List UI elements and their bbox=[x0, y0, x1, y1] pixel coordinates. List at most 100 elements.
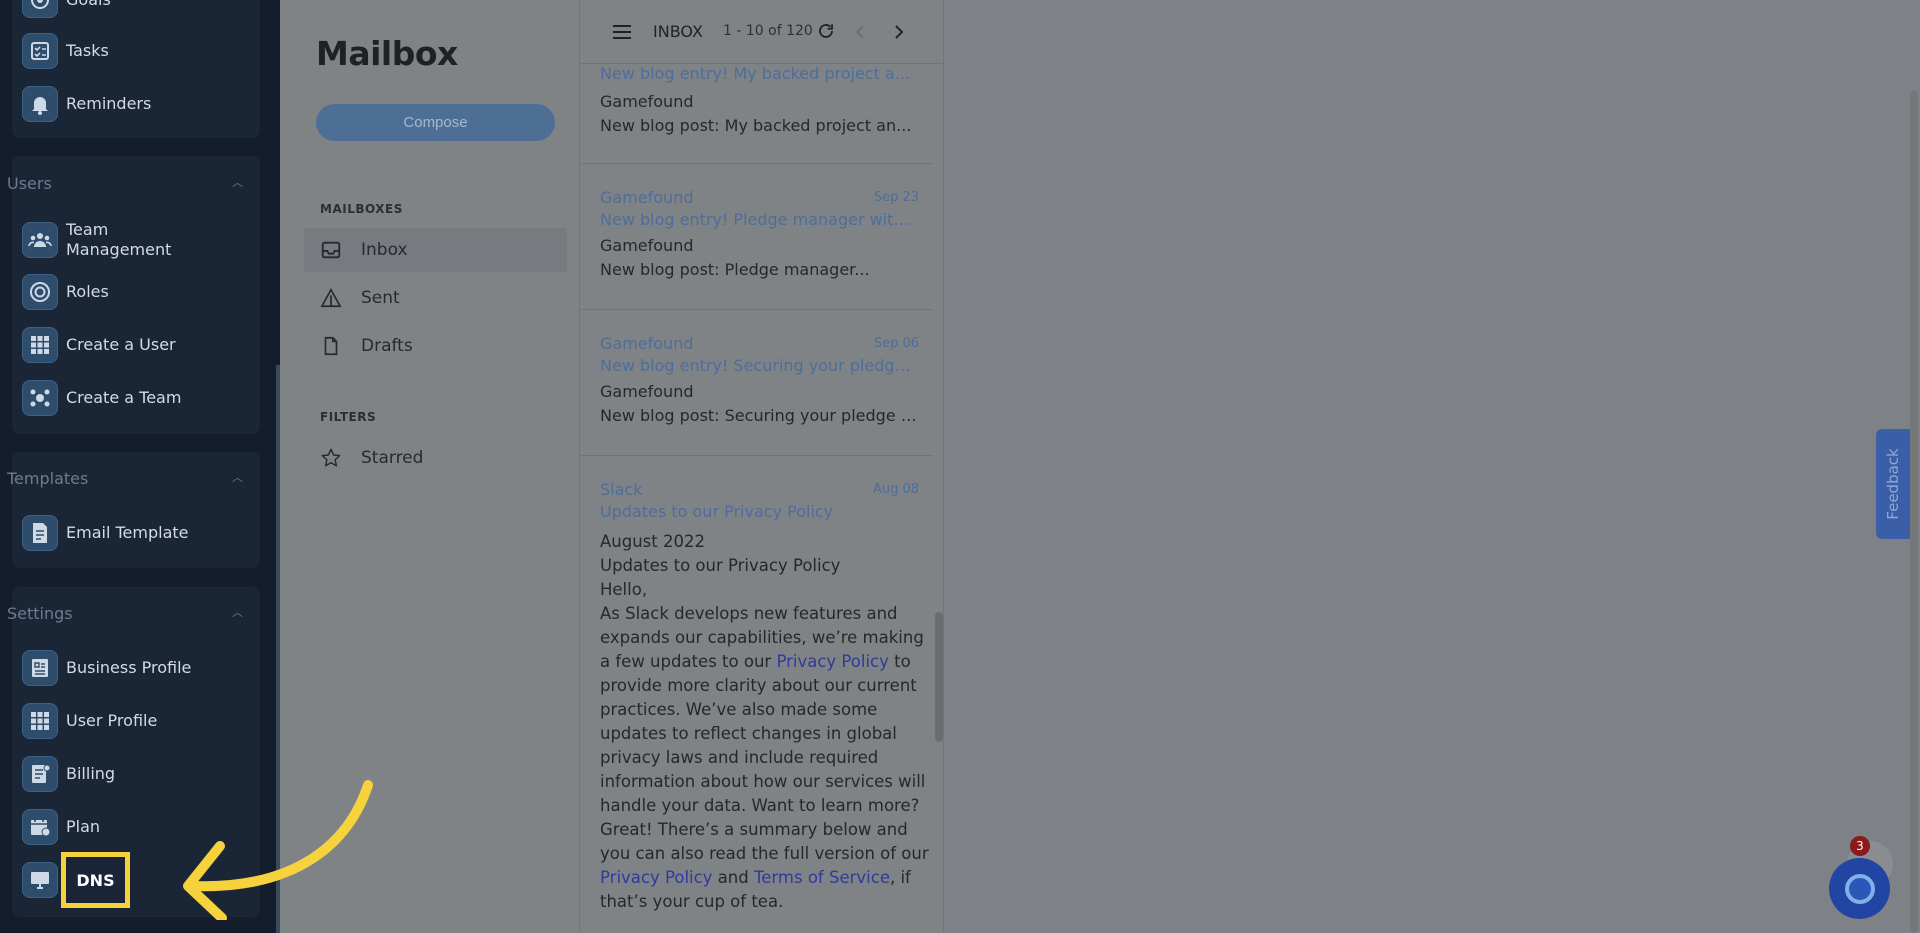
message-subject: New blog entry! Securing your pledge... bbox=[600, 356, 918, 375]
refresh-icon[interactable] bbox=[817, 22, 835, 40]
message-from: Gamefound bbox=[600, 334, 694, 353]
business-profile-icon bbox=[22, 650, 58, 686]
feedback-label: Feedback bbox=[1884, 448, 1902, 520]
message-snippet: New blog post: Securing your pledge i... bbox=[600, 406, 918, 425]
mailboxes-heading: MAILBOXES bbox=[320, 202, 403, 216]
goals-icon bbox=[22, 0, 58, 18]
sidebar-item-label: Goals bbox=[66, 0, 206, 10]
list-scrollbar[interactable] bbox=[935, 612, 943, 742]
sidebar-item-label: Roles bbox=[66, 282, 109, 301]
message-row[interactable]: Gamefound Sep 06 New blog entry! Securin… bbox=[580, 310, 933, 456]
sidebar-item-team-management[interactable]: Team Management bbox=[22, 220, 206, 260]
nav-item-drafts[interactable]: Drafts bbox=[304, 324, 567, 368]
dns-icon bbox=[22, 862, 58, 898]
pointer-arrow-icon bbox=[183, 780, 373, 920]
body-line: Updates to our Privacy Policy bbox=[600, 556, 841, 575]
inbox-icon bbox=[321, 241, 341, 259]
document-icon bbox=[22, 515, 58, 551]
message-from: Gamefound bbox=[600, 188, 694, 207]
filter-item-starred[interactable]: Starred bbox=[304, 436, 567, 480]
sidebar-heading-settings[interactable]: Settings ︿ bbox=[7, 604, 247, 623]
billing-icon bbox=[22, 756, 58, 792]
list-toolbar: INBOX 1 - 10 of 120 bbox=[580, 0, 945, 64]
dns-highlight-box[interactable]: DNS bbox=[61, 852, 130, 908]
sidebar-item-label: Create a Team bbox=[66, 388, 182, 407]
body-line: August 2022 bbox=[600, 532, 705, 551]
sidebar-heading-label: Templates bbox=[7, 469, 89, 488]
sidebar-item-tasks[interactable]: Tasks bbox=[22, 33, 206, 69]
page-title: Mailbox bbox=[316, 34, 458, 73]
message-row[interactable]: Gamefound Sep 23 New blog entry! Pledge … bbox=[580, 164, 933, 310]
sidebar-item-label: Reminders bbox=[66, 94, 152, 113]
message-count: 1 - 10 of 120 bbox=[723, 23, 813, 39]
sidebar-heading-templates[interactable]: Templates ︿ bbox=[7, 469, 247, 488]
sidebar-item-label: Email Template bbox=[66, 523, 189, 542]
body-line: Hello, bbox=[600, 580, 648, 599]
nav-item-label: Inbox bbox=[361, 240, 408, 260]
nav-item-label: Drafts bbox=[361, 336, 413, 356]
page-scrollbar[interactable] bbox=[1910, 90, 1918, 933]
message-snippet: New blog post: Pledge manager... bbox=[600, 260, 870, 279]
sidebar-item-user-profile[interactable]: User Profile bbox=[22, 703, 206, 739]
privacy-policy-link[interactable]: Privacy Policy bbox=[776, 652, 888, 671]
message-body: August 2022 Updates to our Privacy Polic… bbox=[600, 530, 930, 914]
message-date: Aug 08 bbox=[872, 482, 919, 497]
folder-label: INBOX bbox=[653, 22, 703, 41]
grid-icon bbox=[22, 703, 58, 739]
sidebar-item-goals[interactable]: Goals bbox=[22, 0, 206, 18]
highlight-label: DNS bbox=[76, 870, 115, 890]
sidebar-item-label: Team Management bbox=[66, 220, 172, 259]
sidebar-heading-users[interactable]: Users ︿ bbox=[7, 174, 247, 193]
chevron-up-icon: ︿ bbox=[232, 176, 243, 189]
terms-of-service-link[interactable]: Terms of Service bbox=[754, 868, 890, 887]
message-list-panel: INBOX 1 - 10 of 120 New blog entry! My b… bbox=[579, 0, 945, 933]
message-sender: Gamefound bbox=[600, 236, 694, 255]
hamburger-menu-icon[interactable] bbox=[612, 24, 632, 40]
nav-item-label: Sent bbox=[361, 288, 400, 308]
plan-icon bbox=[22, 809, 58, 845]
chevron-right-icon[interactable] bbox=[893, 24, 905, 40]
message-from: Slack bbox=[600, 480, 643, 499]
chevron-up-icon: ︿ bbox=[232, 606, 243, 619]
message-subject: New blog entry! My backed project a... bbox=[600, 64, 910, 83]
message-date: Sep 06 bbox=[873, 336, 919, 351]
team-icon bbox=[22, 222, 58, 258]
notification-badge: 3 bbox=[1850, 836, 1870, 856]
sidebar-item-business-profile[interactable]: Business Profile bbox=[22, 650, 206, 686]
roles-icon bbox=[22, 274, 58, 310]
message-row[interactable]: New blog entry! My backed project a... G… bbox=[580, 64, 933, 164]
message-sender: Gamefound bbox=[600, 382, 694, 401]
nav-item-sent[interactable]: Sent bbox=[304, 276, 567, 320]
body-text: to provide more clarity about our curren… bbox=[600, 652, 929, 863]
message-subject: Updates to our Privacy Policy bbox=[600, 502, 834, 521]
sent-icon bbox=[320, 288, 342, 308]
bell-icon bbox=[22, 86, 58, 122]
draft-document-icon bbox=[324, 336, 338, 356]
sidebar-item-label: Tasks bbox=[66, 41, 109, 60]
sidebar-item-label: User Profile bbox=[66, 711, 158, 730]
chat-launcher-button[interactable] bbox=[1829, 858, 1890, 919]
filters-heading: FILTERS bbox=[320, 410, 377, 424]
chevron-up-icon: ︿ bbox=[232, 471, 243, 484]
message-date: Sep 23 bbox=[873, 190, 919, 205]
star-icon bbox=[321, 448, 341, 467]
nav-item-label: Starred bbox=[361, 448, 424, 468]
sidebar-item-create-team[interactable]: Create a Team bbox=[22, 380, 206, 416]
sidebar-item-roles[interactable]: Roles bbox=[22, 274, 206, 310]
privacy-policy-link[interactable]: Privacy Policy bbox=[600, 868, 712, 887]
reading-pane bbox=[944, 0, 1920, 933]
sidebar-item-create-user[interactable]: Create a User bbox=[22, 327, 206, 363]
chevron-left-icon[interactable] bbox=[854, 24, 866, 40]
sidebar-item-email-template[interactable]: Email Template bbox=[22, 515, 206, 551]
feedback-tab[interactable]: Feedback bbox=[1876, 429, 1910, 539]
sidebar-item-label: Business Profile bbox=[66, 658, 192, 677]
body-text: and bbox=[712, 868, 754, 887]
body-paragraph: As Slack develops new features and expan… bbox=[600, 602, 930, 914]
message-snippet: New blog post: My backed project an... bbox=[600, 116, 912, 135]
sidebar-heading-label: Users bbox=[7, 174, 52, 193]
sidebar-item-reminders[interactable]: Reminders bbox=[22, 86, 206, 122]
compose-button[interactable]: Compose bbox=[316, 104, 555, 141]
message-subject: New blog entry! Pledge manager with... bbox=[600, 210, 918, 229]
message-sender: Gamefound bbox=[600, 92, 694, 111]
nav-item-inbox[interactable]: Inbox bbox=[304, 228, 567, 272]
